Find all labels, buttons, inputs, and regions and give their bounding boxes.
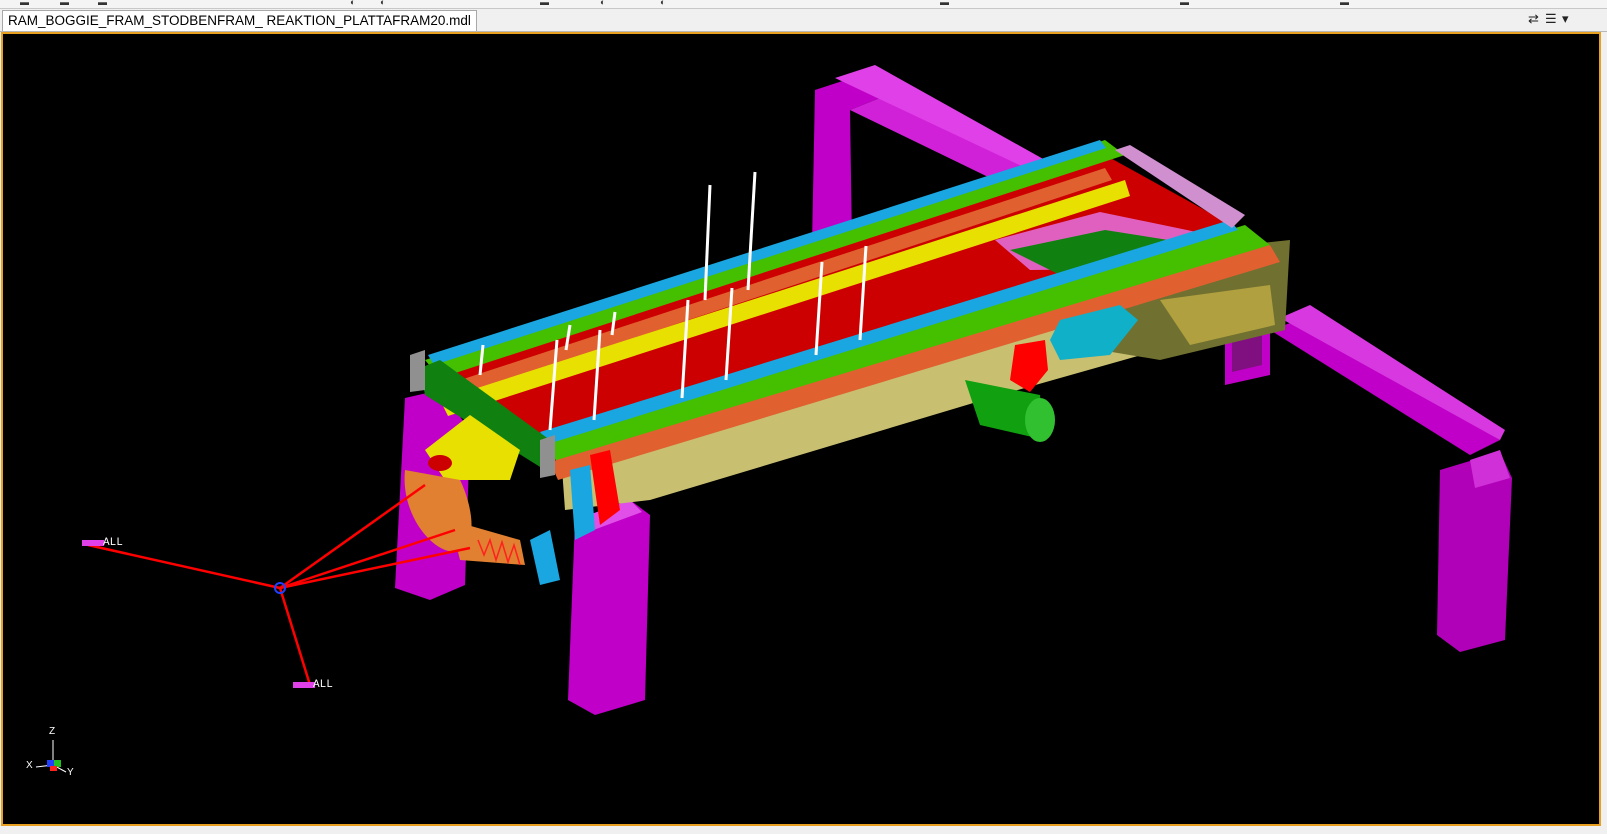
document-tab-bar: RAM_BOGGIE_FRAM_STODBENFRAM_ REAKTION_PL… [0,9,1607,32]
triad-x-label: X [26,760,33,771]
toolbar-icon[interactable]: ▬ [1340,0,1349,7]
3d-graphics-viewport[interactable]: ALL ALL Z X Y [1,32,1601,826]
marker-label: ALL [313,679,333,691]
marker-icon[interactable] [293,682,315,688]
toolbar-icon[interactable]: ◐ [600,0,605,7]
document-tab[interactable]: RAM_BOGGIE_FRAM_STODBENFRAM_ REAKTION_PL… [2,10,477,31]
toolbar-icon[interactable]: ◐ [380,0,385,7]
bottom-strip [0,826,1607,834]
toolbar-icon[interactable]: ▬ [1180,0,1189,7]
chevron-down-icon[interactable]: ▾ [1562,11,1569,27]
marker-label: ALL [103,537,123,549]
toolbar-icon[interactable]: ▬ [540,0,549,7]
toolbar-strip: ▬ ▬ ▬ ◐ ◐ ▬ ◐ ◐ ▬ ▬ ▬ [0,0,1607,9]
toolbar-icon[interactable]: ▬ [940,0,949,7]
swap-windows-icon[interactable]: ⇄ [1528,11,1539,27]
triad-z-label: Z [49,726,56,737]
window-list-icon[interactable]: ☰ [1545,11,1557,27]
toolbar-icon[interactable]: ◐ [660,0,665,7]
toolbar-icon[interactable]: ◐ [350,0,355,7]
toolbar-icon[interactable]: ▬ [60,0,69,7]
toolbar-icon[interactable]: ▬ [20,0,29,7]
model-scene [35,65,1512,773]
toolbar-icon[interactable]: ▬ [98,0,107,7]
triad-y-label: Y [67,767,74,778]
marker-icon[interactable] [82,540,104,546]
green-cylinder[interactable] [965,380,1055,442]
coordinate-triad-icon [35,740,67,773]
